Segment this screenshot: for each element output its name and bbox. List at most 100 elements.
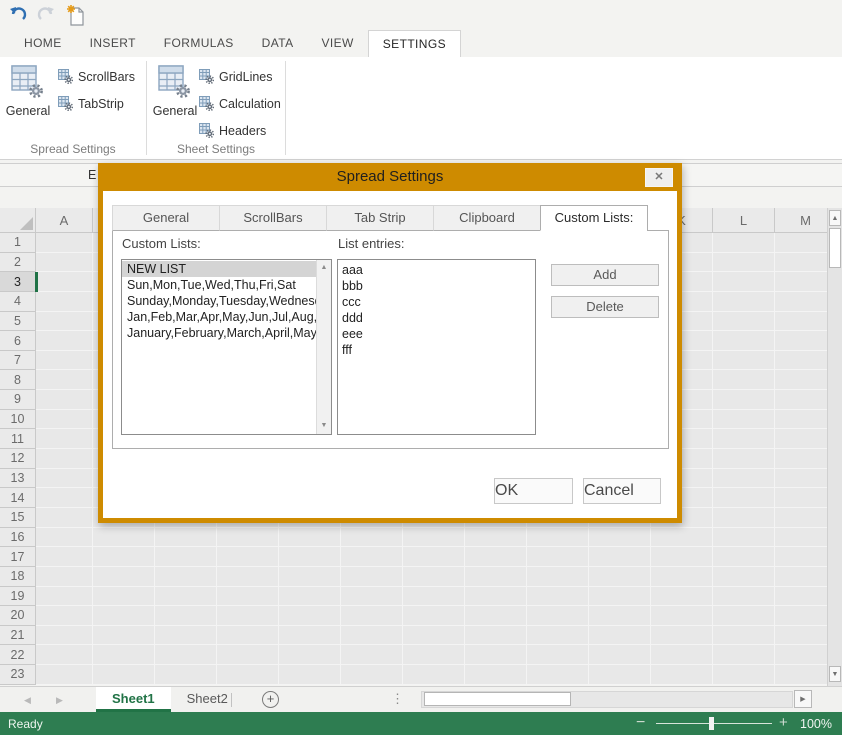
vertical-scroll-thumb[interactable] <box>829 228 841 268</box>
grid-cell-L3[interactable] <box>713 272 775 292</box>
grid-cell-C18[interactable] <box>155 567 217 587</box>
grid-cell-A7[interactable] <box>36 351 93 371</box>
grid-cell-A17[interactable] <box>36 547 93 567</box>
listbox-scroll-up-icon[interactable]: ▲ <box>317 261 331 275</box>
grid-cell-M5[interactable] <box>775 312 827 332</box>
grid-cell-E16[interactable] <box>279 528 341 548</box>
custom-lists-listbox[interactable]: NEW LISTSun,Mon,Tue,Wed,Thu,Fri,SatSunda… <box>121 259 332 435</box>
grid-cell-K18[interactable] <box>651 567 713 587</box>
sheet-general-button[interactable]: General <box>151 63 199 129</box>
column-header-A[interactable]: A <box>36 208 93 233</box>
grid-cell-K20[interactable] <box>651 606 713 626</box>
grid-cell-F17[interactable] <box>341 547 403 567</box>
new-document-icon[interactable] <box>66 5 86 25</box>
dialog-tab-scrollbars[interactable]: ScrollBars <box>219 205 327 231</box>
grid-cell-F20[interactable] <box>341 606 403 626</box>
listbox-scroll-down-icon[interactable]: ▼ <box>317 419 331 433</box>
grid-cell-M16[interactable] <box>775 528 827 548</box>
grid-cell-A21[interactable] <box>36 626 93 646</box>
gridlines-button[interactable]: GridLines <box>199 63 281 90</box>
grid-cell-M20[interactable] <box>775 606 827 626</box>
ribbon-tab-insert[interactable]: INSERT <box>76 30 150 57</box>
custom-list-item[interactable]: January,February,March,April,May, <box>122 325 316 341</box>
row-header-9[interactable]: 9 <box>0 390 36 410</box>
grid-cell-M23[interactable] <box>775 665 827 685</box>
sheet-tab-sheet2[interactable]: Sheet2 <box>171 687 244 712</box>
column-header-L[interactable]: L <box>713 208 775 233</box>
grid-cell-I18[interactable] <box>527 567 589 587</box>
ok-button[interactable]: OK <box>494 478 573 504</box>
grid-cell-E18[interactable] <box>279 567 341 587</box>
grid-cell-B17[interactable] <box>93 547 155 567</box>
calculation-button[interactable]: Calculation <box>199 90 281 117</box>
row-header-22[interactable]: 22 <box>0 645 36 665</box>
grid-cell-L7[interactable] <box>713 351 775 371</box>
row-header-1[interactable]: 1 <box>0 233 36 253</box>
grid-cell-K17[interactable] <box>651 547 713 567</box>
undo-icon[interactable] <box>8 5 28 25</box>
grid-cell-J22[interactable] <box>589 645 651 665</box>
grid-cell-A1[interactable] <box>36 233 93 253</box>
grid-cell-M22[interactable] <box>775 645 827 665</box>
listbox-scrollbar[interactable]: ▲ ▼ <box>316 260 331 434</box>
grid-cell-A10[interactable] <box>36 410 93 430</box>
grid-cell-L2[interactable] <box>713 253 775 273</box>
grid-cell-M3[interactable] <box>775 272 827 292</box>
grid-cell-M21[interactable] <box>775 626 827 646</box>
grid-cell-A8[interactable] <box>36 370 93 390</box>
grid-cell-H19[interactable] <box>465 587 527 607</box>
grid-cell-D23[interactable] <box>217 665 279 685</box>
grid-cell-M4[interactable] <box>775 292 827 312</box>
grid-cell-L11[interactable] <box>713 429 775 449</box>
grid-cell-C20[interactable] <box>155 606 217 626</box>
grid-cell-M1[interactable] <box>775 233 827 253</box>
grid-cell-M9[interactable] <box>775 390 827 410</box>
custom-list-item[interactable]: Sun,Mon,Tue,Wed,Thu,Fri,Sat <box>122 277 316 293</box>
grid-cell-J21[interactable] <box>589 626 651 646</box>
grid-cell-L9[interactable] <box>713 390 775 410</box>
grid-cell-L20[interactable] <box>713 606 775 626</box>
close-icon[interactable]: ✕ <box>645 168 673 187</box>
grid-cell-D19[interactable] <box>217 587 279 607</box>
grid-cell-H17[interactable] <box>465 547 527 567</box>
grid-cell-H18[interactable] <box>465 567 527 587</box>
grid-cell-A20[interactable] <box>36 606 93 626</box>
grid-cell-L10[interactable] <box>713 410 775 430</box>
row-header-7[interactable]: 7 <box>0 351 36 371</box>
dialog-tab-clipboard[interactable]: Clipboard <box>433 205 541 231</box>
zoom-slider-track[interactable] <box>656 723 772 724</box>
grid-cell-D21[interactable] <box>217 626 279 646</box>
tabstrip-button[interactable]: TabStrip <box>58 90 135 117</box>
grid-cell-B18[interactable] <box>93 567 155 587</box>
grid-cell-M18[interactable] <box>775 567 827 587</box>
custom-list-item[interactable]: NEW LIST <box>122 261 316 277</box>
sheet-tab-sheet1[interactable]: Sheet1 <box>96 687 171 712</box>
grid-cell-H22[interactable] <box>465 645 527 665</box>
grid-cell-G22[interactable] <box>403 645 465 665</box>
grid-cell-A13[interactable] <box>36 469 93 489</box>
row-header-23[interactable]: 23 <box>0 665 36 685</box>
grid-cell-A9[interactable] <box>36 390 93 410</box>
zoom-in-icon[interactable]: + <box>779 714 788 731</box>
grid-cell-I21[interactable] <box>527 626 589 646</box>
grid-cell-J19[interactable] <box>589 587 651 607</box>
grid-cell-A18[interactable] <box>36 567 93 587</box>
grid-cell-A4[interactable] <box>36 292 93 312</box>
grid-cell-B16[interactable] <box>93 528 155 548</box>
grid-cell-M19[interactable] <box>775 587 827 607</box>
grid-cell-L22[interactable] <box>713 645 775 665</box>
grid-cell-H16[interactable] <box>465 528 527 548</box>
vertical-scrollbar[interactable]: ▲ ▼ <box>827 208 842 686</box>
grid-cell-D20[interactable] <box>217 606 279 626</box>
next-sheet-icon[interactable]: ▶ <box>56 695 63 706</box>
grid-cell-L17[interactable] <box>713 547 775 567</box>
row-header-15[interactable]: 15 <box>0 508 36 528</box>
row-header-21[interactable]: 21 <box>0 626 36 646</box>
grid-cell-D16[interactable] <box>217 528 279 548</box>
grid-cell-F19[interactable] <box>341 587 403 607</box>
scrollbars-button[interactable]: ScrollBars <box>58 63 135 90</box>
grid-cell-L23[interactable] <box>713 665 775 685</box>
row-header-20[interactable]: 20 <box>0 606 36 626</box>
grid-cell-I17[interactable] <box>527 547 589 567</box>
add-sheet-button[interactable]: + <box>262 691 279 708</box>
